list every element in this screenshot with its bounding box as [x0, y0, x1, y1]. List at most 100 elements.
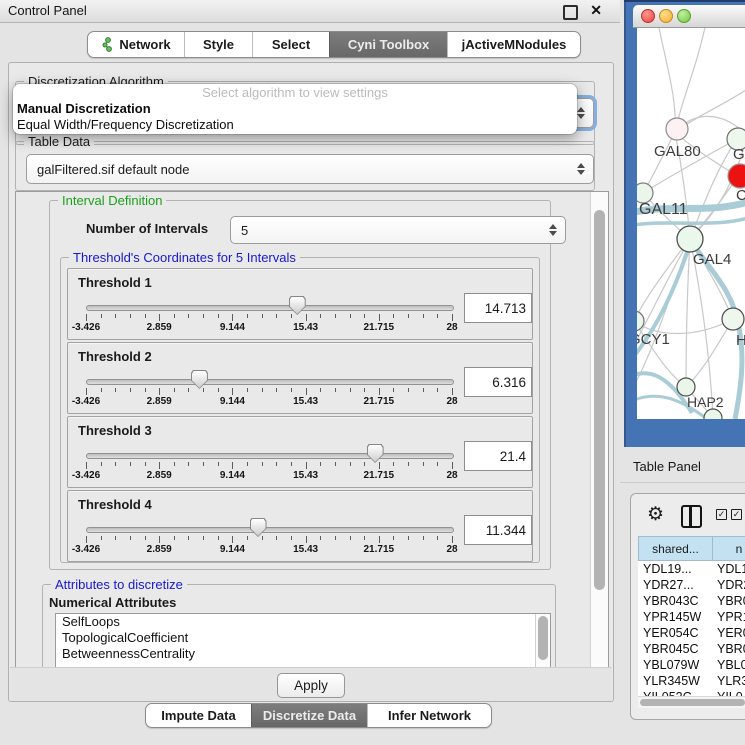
list-scrollbar[interactable] — [535, 614, 550, 668]
table-cell[interactable]: YPR1 — [712, 609, 745, 625]
threshold-1-value-field[interactable]: 14.713 — [464, 293, 532, 323]
tab-style-label: Style — [203, 37, 234, 52]
close-icon[interactable]: ✕ — [590, 2, 602, 19]
table-cell[interactable]: YDL19... — [638, 561, 715, 577]
table-cell[interactable]: YDR27... — [638, 577, 715, 593]
table-cell[interactable]: YER054C — [638, 625, 715, 641]
table-cell[interactable]: YIL0 — [712, 689, 745, 696]
node-label: GAL80 — [654, 143, 701, 160]
num-intervals-value: 5 — [241, 223, 248, 238]
tab-jactivemnodules[interactable]: jActiveMNodules — [447, 32, 580, 57]
column-header-shared-name[interactable]: shared... — [638, 536, 713, 561]
list-scrollbar-thumb[interactable] — [538, 616, 548, 660]
table-cell[interactable]: YBR045C — [638, 641, 715, 657]
tab-infer-network[interactable]: Infer Network — [367, 704, 491, 727]
network-icon — [101, 37, 114, 52]
node-gal4[interactable] — [677, 226, 703, 252]
tick-mark — [452, 462, 453, 469]
settings-scrollbar[interactable] — [590, 192, 608, 668]
control-panel-tabs: Network Style Select Cyni Toolbox jActiv… — [87, 31, 581, 58]
node-h[interactable] — [722, 308, 744, 330]
tab-network[interactable]: Network — [88, 32, 184, 57]
tick-label: -3.426 — [72, 396, 100, 407]
control-panel-titlebar: Control Panel ✕ — [0, 0, 620, 23]
node-label: GCY1 — [637, 331, 670, 348]
tick-label: 15.43 — [293, 396, 318, 407]
threshold-2-value-field[interactable]: 6.316 — [464, 367, 532, 397]
table-cell[interactable]: YBL079W — [638, 657, 715, 673]
threshold-4-panel: Threshold 4 -3.4262.8599.14415.4321.7152… — [67, 490, 533, 562]
tick-label: -3.426 — [72, 322, 100, 333]
split-table-icon[interactable] — [681, 505, 702, 528]
table-data-title: Table Data — [24, 134, 94, 149]
stepper-icon — [577, 107, 585, 119]
checkbox-icon[interactable]: ✓ — [731, 509, 742, 520]
list-item[interactable]: SelfLoops — [56, 614, 550, 630]
table-cell[interactable]: YIL052C — [638, 689, 715, 696]
algorithm-option-equal-width[interactable]: Equal Width/Frequency Discretization — [13, 117, 577, 133]
network-canvas[interactable]: GAL80 GA C GAL11 GAL4 GCY1 H HAP2 — [637, 28, 745, 419]
tick-label: 21.715 — [364, 470, 395, 481]
node-pink[interactable] — [666, 118, 688, 140]
tab-cyni-toolbox-label: Cyni Toolbox — [348, 37, 429, 52]
table-cell[interactable]: YPR145W — [638, 609, 715, 625]
table-cell[interactable]: YBR043C — [638, 593, 715, 609]
apply-strip: Apply — [10, 667, 612, 701]
float-window-icon[interactable] — [563, 5, 578, 20]
list-item[interactable]: TopologicalCoefficient — [56, 630, 550, 646]
column-header-name[interactable]: n — [712, 536, 745, 561]
algorithm-option-manual[interactable]: Manual Discretization — [13, 101, 577, 117]
gear-icon[interactable]: ⚙ — [647, 505, 664, 524]
tab-jactivemnodules-label: jActiveMNodules — [462, 37, 567, 52]
checkbox-icon[interactable]: ✓ — [716, 509, 727, 520]
threshold-1-slider-thumb[interactable] — [289, 296, 306, 315]
tab-discretize-data[interactable]: Discretize Data — [251, 704, 367, 727]
table-cell[interactable]: YDR2 — [712, 577, 745, 593]
threshold-4-slider-track[interactable] — [86, 527, 454, 533]
threshold-3-value-field[interactable]: 21.4 — [464, 441, 532, 471]
threshold-3-slider-thumb[interactable] — [367, 444, 384, 463]
panel-title: Control Panel — [8, 3, 87, 18]
tab-impute-data[interactable]: Impute Data — [146, 704, 251, 727]
tab-style[interactable]: Style — [184, 32, 252, 57]
close-traffic-light-icon[interactable] — [641, 9, 655, 23]
table-cell[interactable]: YBR0 — [712, 593, 745, 609]
algorithm-popup-hint: Select algorithm to view settings — [13, 84, 577, 101]
table-cell[interactable]: YLR3 — [712, 673, 745, 689]
minimize-traffic-light-icon[interactable] — [659, 9, 673, 23]
table-cell[interactable]: YER0 — [712, 625, 745, 641]
settings-scrollbar-thumb[interactable] — [594, 210, 605, 590]
threshold-3-slider-track[interactable] — [86, 453, 454, 459]
tick-labels: -3.4262.8599.14415.4321.71528 — [86, 386, 452, 398]
tab-cyni-toolbox[interactable]: Cyni Toolbox — [329, 32, 447, 57]
table-scrollbar-thumb[interactable] — [640, 699, 745, 706]
threshold-4-label: Threshold 4 — [78, 497, 152, 512]
table-cell[interactable]: YBL0 — [712, 657, 745, 673]
threshold-4-value-field[interactable]: 11.344 — [464, 515, 532, 545]
node-red-selected[interactable] — [728, 164, 745, 188]
tick-label: 28 — [446, 396, 457, 407]
table-horizontal-scrollbar[interactable] — [638, 696, 745, 708]
stepper-icon — [549, 224, 557, 236]
zoom-traffic-light-icon[interactable] — [677, 9, 691, 23]
tab-infer-network-label: Infer Network — [388, 708, 471, 723]
stepper-icon — [577, 163, 585, 175]
table-cell[interactable]: YBR0 — [712, 641, 745, 657]
threshold-2-slider-thumb[interactable] — [191, 370, 208, 389]
num-intervals-combobox[interactable]: 5 — [230, 216, 566, 244]
network-graph: GAL80 GA C GAL11 GAL4 GCY1 H HAP2 — [637, 28, 745, 419]
table-cell[interactable]: YLR345W — [638, 673, 715, 689]
tab-select[interactable]: Select — [252, 32, 329, 57]
node-table: shared... n YDL19... YDL1 YDR27... YDR2 … — [638, 536, 745, 696]
apply-button[interactable]: Apply — [277, 673, 345, 698]
threshold-1-slider-track[interactable] — [86, 305, 454, 311]
threshold-2-slider-track[interactable] — [86, 379, 454, 385]
table-cell[interactable]: YDL1 — [712, 561, 745, 577]
table-data-combobox[interactable]: galFiltered.sif default node — [26, 154, 594, 184]
node-label: HAP2 — [687, 394, 724, 410]
thresholds-group-title: Threshold's Coordinates for 5 Intervals — [69, 250, 300, 265]
tick-labels: -3.4262.8599.14415.4321.71528 — [86, 312, 452, 324]
threshold-4-slider-thumb[interactable] — [250, 518, 267, 537]
list-item[interactable]: BetweennessCentrality — [56, 646, 550, 662]
node-gal11[interactable] — [637, 183, 653, 203]
